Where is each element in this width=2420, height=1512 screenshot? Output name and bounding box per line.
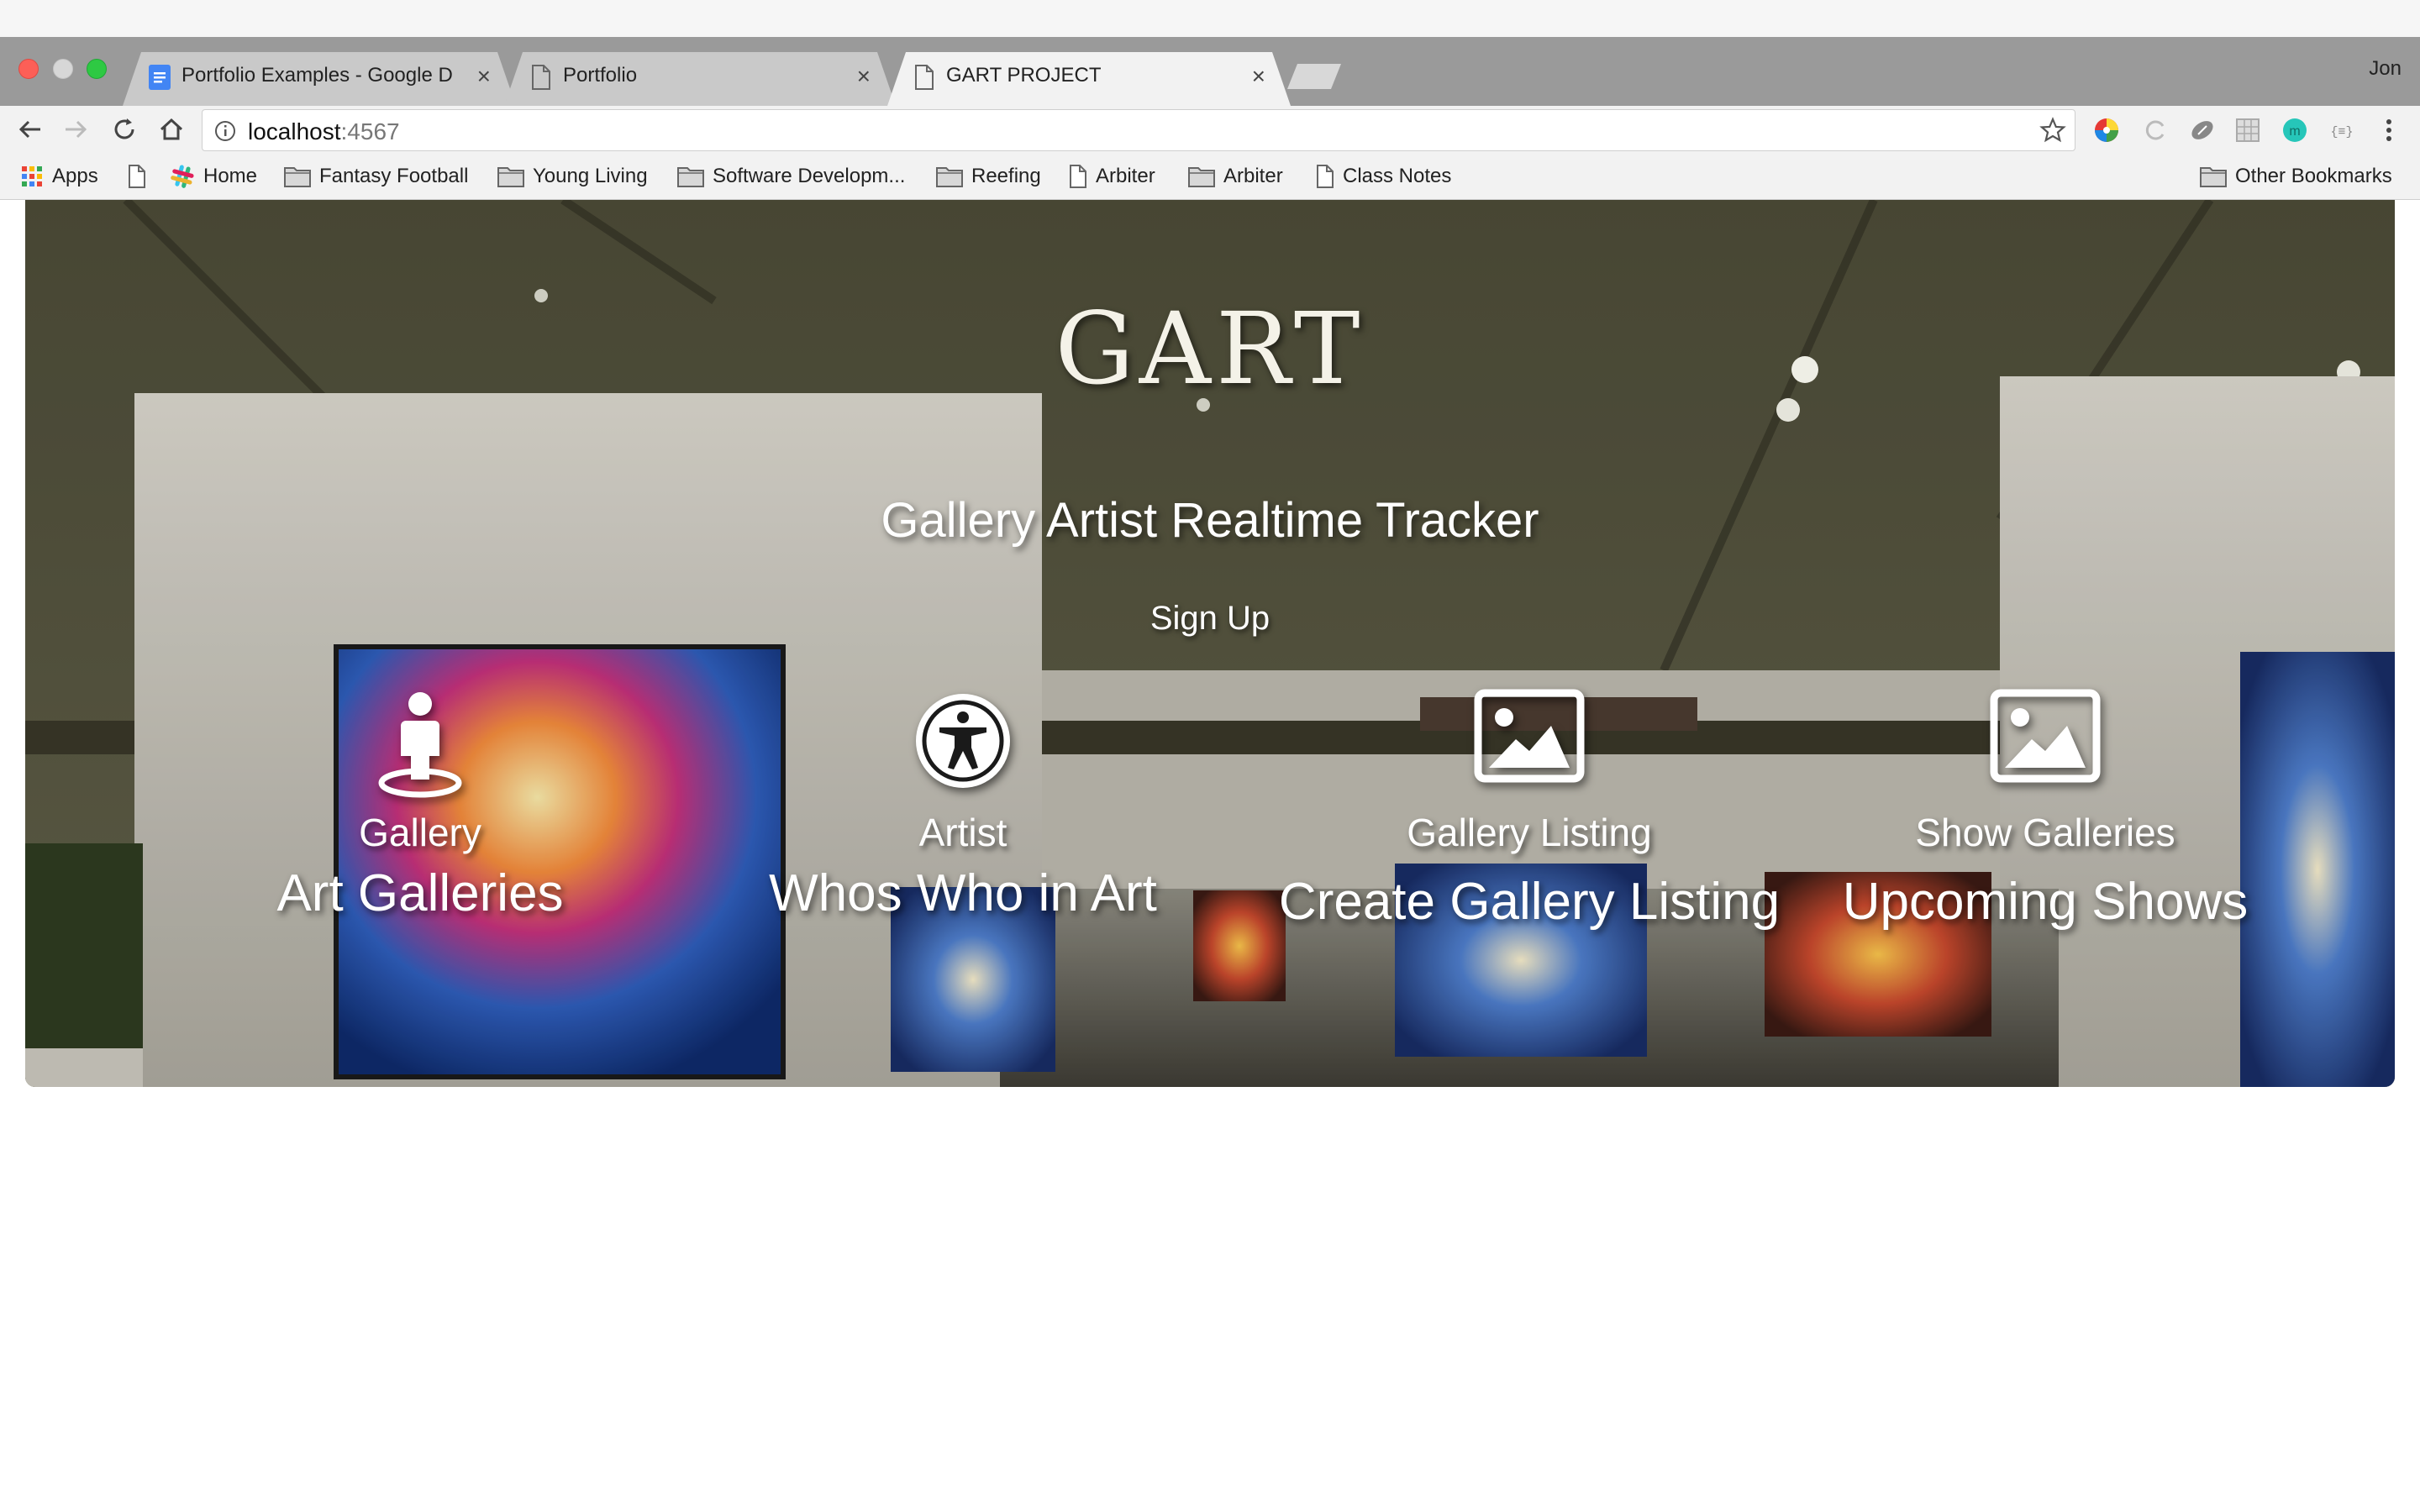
tab-portfolio-examples[interactable]: Portfolio Examples - Google D × [123, 52, 516, 106]
street-view-icon [378, 692, 462, 798]
bookmark-untitled-page[interactable] [128, 161, 155, 192]
address-text: localhost:4567 [248, 118, 400, 145]
bookmark-label: Home [203, 165, 258, 187]
tab-close-icon[interactable]: × [1252, 62, 1265, 91]
page-icon [1316, 165, 1334, 188]
folder-icon [1188, 165, 1215, 187]
bookmark-arbiter-folder[interactable]: Arbiter [1188, 161, 1283, 192]
football-extension-icon[interactable] [2188, 116, 2217, 144]
feature-subtitle: Whos Who in Art [769, 864, 1157, 922]
google-docs-icon [149, 65, 171, 90]
feature-title: Artist [918, 811, 1007, 854]
folder-icon [497, 165, 524, 187]
feature-title: Gallery [359, 811, 481, 854]
menu-strip [0, 0, 2420, 37]
svg-text:{≡}: {≡} [2330, 125, 2353, 139]
bookmark-label: Arbiter [1223, 165, 1283, 187]
bookmark-label: Apps [52, 165, 98, 187]
reload-button[interactable] [108, 113, 141, 146]
bookmark-young-living[interactable]: Young Living [497, 161, 648, 192]
bookmark-reefing[interactable]: Reefing [936, 161, 1041, 192]
tab-portfolio[interactable]: Portfolio × [504, 52, 896, 106]
tab-title: Portfolio Examples - Google D [182, 64, 453, 87]
address-bar[interactable]: localhost:4567 [202, 109, 2075, 151]
folder-icon [2200, 165, 2227, 187]
bookmark-label: Software Developm... [713, 165, 906, 187]
window-maximize-button[interactable] [87, 59, 107, 79]
other-bookmarks[interactable]: Other Bookmarks [2200, 161, 2392, 192]
address-host: localhost [248, 118, 341, 144]
feature-title: Gallery Listing [1407, 811, 1652, 854]
feature-subtitle: Art Galleries [276, 864, 564, 922]
feature-subtitle: Upcoming Shows [1842, 873, 2249, 931]
other-bookmarks-label: Other Bookmarks [2235, 165, 2392, 187]
bookmark-home[interactable]: Home [170, 161, 257, 192]
back-arrow-icon [18, 120, 40, 139]
feature-gallery[interactable]: Gallery Art Galleries [210, 689, 630, 958]
window-minimize-button[interactable] [53, 59, 73, 79]
bookmark-fantasy-football[interactable]: Fantasy Football [284, 161, 468, 192]
bookmark-software-development[interactable]: Software Developm... [677, 161, 905, 192]
feature-title: Show Galleries [1915, 811, 2175, 854]
feature-subtitle: Create Gallery Listing [1278, 873, 1781, 931]
bookmark-class-notes[interactable]: Class Notes [1316, 161, 1451, 192]
accessibility-icon [916, 694, 1010, 788]
tab-title: Portfolio [563, 64, 638, 87]
forward-arrow-icon [66, 120, 87, 139]
picture-icon [1474, 689, 1585, 783]
bookmark-star-icon[interactable] [2039, 117, 2066, 144]
document-icon [532, 65, 550, 90]
slack-icon [170, 164, 195, 189]
sign-up-link[interactable]: Sign Up [1143, 600, 1277, 638]
bookmark-label: Reefing [971, 165, 1041, 187]
tagline: Gallery Artist Realtime Tracker [881, 493, 1539, 548]
page-icon [1069, 165, 1087, 188]
reload-icon [114, 118, 134, 139]
tab-title: GART PROJECT [946, 64, 1102, 87]
hero-section: GART Gallery Artist Realtime Tracker Sig… [25, 200, 2395, 1087]
tab-close-icon[interactable]: × [857, 62, 871, 91]
bookmark-label: Arbiter [1096, 165, 1155, 187]
feature-gallery-listing[interactable]: Gallery Listing Create Gallery Listing [1235, 689, 1823, 974]
picture-icon [1990, 689, 2101, 783]
svg-text:m: m [2289, 124, 2300, 139]
feature-artist[interactable]: Artist Whos Who in Art [728, 689, 1198, 958]
folder-icon [677, 165, 704, 187]
home-icon [160, 118, 183, 140]
info-icon[interactable] [214, 120, 236, 142]
feature-show-galleries[interactable]: Show Galleries Upcoming Shows [1793, 689, 2297, 974]
json-extension-icon[interactable]: {≡} [2328, 116, 2356, 144]
forward-button[interactable] [59, 113, 92, 146]
profile-name[interactable]: Jon [2369, 57, 2402, 81]
bookmark-label: Fantasy Football [319, 165, 469, 187]
tab-close-icon[interactable]: × [477, 62, 491, 91]
brand-logo: GART [1055, 291, 1365, 407]
bookmark-label: Class Notes [1343, 165, 1452, 187]
bookmark-apps[interactable]: Apps [20, 161, 98, 192]
sync-extension-icon[interactable] [2141, 116, 2170, 144]
tab-gart-project[interactable]: GART PROJECT × [887, 52, 1291, 106]
m-extension-icon[interactable]: m [2281, 116, 2309, 144]
page-icon [128, 165, 146, 188]
home-button[interactable] [155, 113, 188, 146]
window-close-button[interactable] [18, 59, 39, 79]
grid-extension-icon[interactable] [2233, 116, 2262, 144]
menu-dots-icon[interactable] [2375, 116, 2403, 144]
bookmark-label: Young Living [533, 165, 648, 187]
document-icon [915, 65, 934, 90]
browser-window: Portfolio Examples - Google D × Portfoli… [0, 0, 2420, 1512]
address-port: :4567 [340, 118, 400, 144]
color-wheel-extension-icon[interactable] [2092, 116, 2121, 144]
apps-grid-icon [20, 165, 44, 188]
bookmark-arbiter-page[interactable]: Arbiter [1069, 161, 1155, 192]
folder-icon [936, 165, 963, 187]
folder-icon [284, 165, 311, 187]
back-button[interactable] [13, 113, 47, 146]
